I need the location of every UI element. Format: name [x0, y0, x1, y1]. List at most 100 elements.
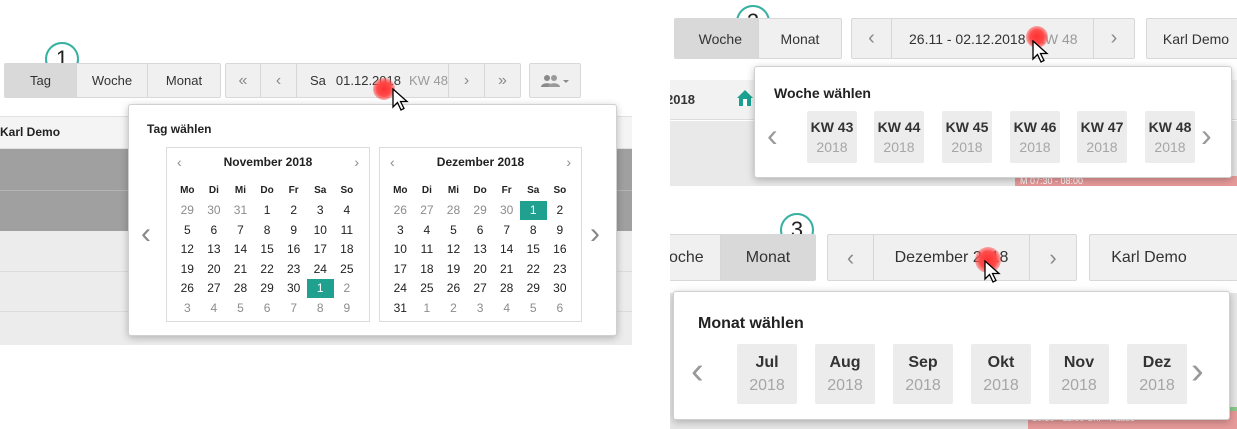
calendar-day[interactable]: 26 — [440, 279, 467, 299]
calendar-day-selected[interactable]: 1 — [306, 278, 334, 298]
month-option[interactable]: Okt 2018 — [971, 344, 1031, 404]
calendar-day[interactable]: 31 — [227, 201, 254, 221]
view-tab-month[interactable]: Monat — [721, 235, 815, 280]
calendar-day[interactable]: 17 — [307, 240, 334, 260]
month-option[interactable]: Sep 2018 — [893, 344, 953, 404]
popover-next-button[interactable]: › — [1201, 117, 1212, 154]
calendar-day[interactable]: 28 — [440, 201, 467, 221]
calendar-day[interactable]: 28 — [493, 279, 520, 299]
month-option[interactable]: Dez 2018 — [1127, 344, 1187, 404]
calendar-day[interactable]: 5 — [174, 220, 201, 240]
calendar-day[interactable]: 8 — [307, 298, 334, 318]
calendar-day[interactable]: 4 — [201, 298, 228, 318]
next-week-button[interactable]: › — [1094, 19, 1134, 58]
calendar-day[interactable]: 3 — [467, 298, 494, 318]
calendar-day[interactable]: 4 — [414, 220, 441, 240]
calendar-day[interactable]: 12 — [174, 240, 201, 260]
calendar-day[interactable]: 29 — [467, 201, 494, 221]
calendar-day[interactable]: 4 — [493, 298, 520, 318]
month-picker-trigger[interactable]: Dezember 2018 — [874, 235, 1030, 280]
calendar-day[interactable]: 22 — [254, 259, 281, 279]
calendar-day[interactable]: 29 — [520, 279, 547, 299]
calendar-day[interactable]: 31 — [387, 298, 414, 318]
calendar-day[interactable]: 13 — [467, 240, 494, 260]
calendar-day[interactable]: 4 — [334, 201, 361, 221]
week-option[interactable]: KW 47 2018 — [1077, 111, 1127, 163]
calendar-day[interactable]: 20 — [467, 259, 494, 279]
next-month-button[interactable]: › — [1030, 235, 1076, 280]
calendar-day[interactable]: 20 — [201, 259, 228, 279]
calendar-day[interactable]: 18 — [334, 240, 361, 260]
calendar-day[interactable]: 8 — [254, 220, 281, 240]
popover-next-button[interactable]: › — [1191, 350, 1204, 393]
calendar-day[interactable]: 18 — [414, 259, 441, 279]
popover-next-button[interactable]: › — [590, 217, 600, 251]
week-option[interactable]: KW 48 2018 — [1145, 111, 1195, 163]
popover-prev-button[interactable]: ‹ — [141, 217, 151, 251]
calendar-day[interactable]: 21 — [493, 259, 520, 279]
calendar-day[interactable]: 28 — [227, 279, 254, 299]
week-option[interactable]: KW 44 2018 — [874, 111, 924, 163]
calendar-prev-icon[interactable]: ‹ — [390, 154, 395, 170]
calendar-day[interactable]: 7 — [227, 220, 254, 240]
calendar-day[interactable]: 22 — [520, 259, 547, 279]
user-filter-button[interactable] — [529, 63, 581, 98]
calendar-day[interactable]: 15 — [254, 240, 281, 260]
calendar-day[interactable]: 27 — [467, 279, 494, 299]
view-tab-week[interactable]: Woche — [675, 19, 759, 58]
calendar-day[interactable]: 3 — [387, 220, 414, 240]
calendar-day[interactable]: 5 — [440, 220, 467, 240]
calendar-day[interactable]: 30 — [201, 201, 228, 221]
calendar-day[interactable]: 27 — [201, 279, 228, 299]
calendar-day[interactable]: 5 — [520, 298, 547, 318]
calendar-day[interactable]: 29 — [254, 279, 281, 299]
calendar-day[interactable]: 10 — [387, 240, 414, 260]
view-tab-month[interactable]: Monat — [148, 64, 220, 97]
week-picker-trigger[interactable]: 26.11 - 02.12.2018 KW 48 — [892, 19, 1094, 58]
calendar-day[interactable]: 8 — [520, 220, 547, 240]
prev-month-button[interactable]: « — [226, 64, 261, 97]
view-tab-week[interactable]: oche — [670, 235, 721, 280]
view-tab-month[interactable]: Monat — [759, 19, 841, 58]
week-option[interactable]: KW 46 2018 — [1010, 111, 1060, 163]
calendar-day[interactable]: 26 — [387, 201, 414, 221]
prev-day-button[interactable]: ‹ — [261, 64, 297, 97]
calendar-day[interactable]: 9 — [334, 298, 361, 318]
calendar-day[interactable]: 30 — [547, 279, 574, 299]
next-month-button[interactable]: » — [485, 64, 520, 97]
calendar-day[interactable]: 2 — [440, 298, 467, 318]
calendar-day[interactable]: 25 — [334, 259, 361, 279]
calendar-day-selected[interactable]: 1 — [519, 200, 547, 220]
calendar-day[interactable]: 6 — [467, 220, 494, 240]
calendar-day[interactable]: 27 — [414, 201, 441, 221]
calendar-day[interactable]: 15 — [520, 240, 547, 260]
calendar-day[interactable]: 30 — [493, 201, 520, 221]
calendar-day[interactable]: 19 — [440, 259, 467, 279]
calendar-day[interactable]: 5 — [227, 298, 254, 318]
calendar-day[interactable]: 23 — [547, 259, 574, 279]
calendar-day[interactable]: 11 — [334, 220, 361, 240]
calendar-day[interactable]: 1 — [254, 201, 281, 221]
prev-month-button[interactable]: ‹ — [828, 235, 874, 280]
calendar-day[interactable]: 12 — [440, 240, 467, 260]
next-day-button[interactable]: › — [449, 64, 485, 97]
calendar-day[interactable]: 17 — [387, 259, 414, 279]
popover-prev-button[interactable]: ‹ — [767, 117, 778, 154]
calendar-day[interactable]: 21 — [227, 259, 254, 279]
calendar-day[interactable]: 14 — [227, 240, 254, 260]
calendar-day[interactable]: 3 — [307, 201, 334, 221]
view-tab-week[interactable]: Woche — [77, 64, 148, 97]
calendar-prev-icon[interactable]: ‹ — [177, 154, 182, 170]
calendar-day[interactable]: 29 — [174, 201, 201, 221]
calendar-day[interactable]: 24 — [307, 259, 334, 279]
calendar-day[interactable]: 7 — [280, 298, 307, 318]
prev-week-button[interactable]: ‹ — [852, 19, 892, 58]
month-option[interactable]: Nov 2018 — [1049, 344, 1109, 404]
calendar-day[interactable]: 26 — [174, 279, 201, 299]
user-selector[interactable]: Karl Demo — [1146, 18, 1237, 59]
calendar-day[interactable]: 9 — [280, 220, 307, 240]
calendar-day[interactable]: 16 — [280, 240, 307, 260]
calendar-next-icon[interactable]: › — [566, 154, 571, 170]
calendar-day[interactable]: 6 — [201, 220, 228, 240]
month-option[interactable]: Jul 2018 — [737, 344, 797, 404]
